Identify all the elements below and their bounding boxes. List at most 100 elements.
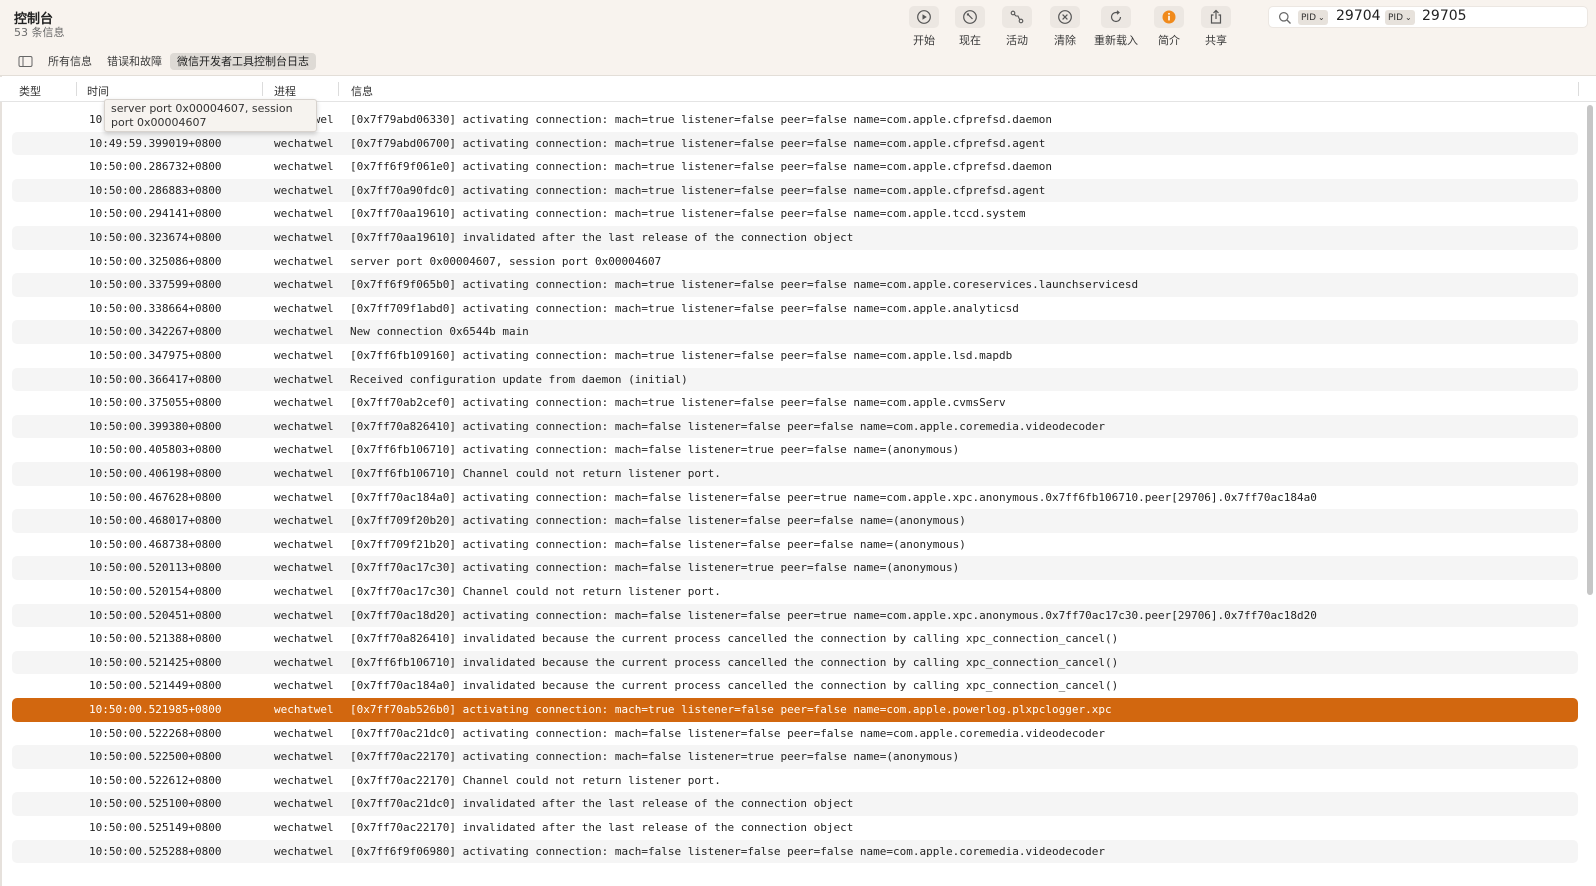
pid-filter-value-2[interactable]: 29705 [1422,8,1467,24]
log-row[interactable]: 10:50:00.525149+0800 wechatwel [0x7ff70ac2… [12,816,1578,840]
log-row[interactable]: 10:50:00.338664+0800 wechatwel [0x7ff709f1… [12,297,1578,321]
log-row[interactable]: 10:49:59.399019+0800 wechatwel [0x7f79abd0… [12,131,1578,156]
log-process: wechatwel [274,679,334,693]
search-field[interactable]: PID ⌄ 29704 PID ⌄ 29705 [1268,6,1588,28]
log-process: wechatwel [274,608,334,622]
column-process[interactable]: 进程 [274,83,296,99]
tab-all-messages[interactable]: 所有信息 [41,53,99,70]
pid-field-label-2: PID [1388,13,1404,23]
log-process: wechatwel [274,278,334,292]
log-row[interactable]: 10:50:00.522500+0800 wechatwel [0x7ff70ac2… [12,745,1578,769]
log-row[interactable]: 10:50:00.375055+0800 wechatwel [0x7ff70ab2… [12,391,1578,415]
column-time[interactable]: 时间 [87,83,109,99]
tab-errors-and-faults[interactable]: 错误和故障 [100,53,169,70]
log-row[interactable]: 10:50:00.520154+0800 wechatwel [0x7ff70ac1… [12,580,1578,604]
chevron-down-icon: ⌄ [1405,13,1412,22]
sidebar-toggle-icon[interactable] [18,55,34,68]
toolbar: 控制台 53 条信息 开始 现在 活动 清除 重新载入 简介 共享 PID ⌄ … [0,0,1596,48]
jump-to-now-icon [963,10,977,24]
log-row[interactable]: 10:50:00.342267+0800 wechatwel New connect… [12,320,1578,344]
scrollbar-thumb[interactable] [1587,105,1593,595]
log-time: 10:49:59.399019+0800 [89,136,222,150]
log-row[interactable]: 10:50:00.520113+0800 wechatwel [0x7ff70ac1… [12,556,1578,580]
column-divider[interactable] [262,82,263,96]
log-process: wechatwel [274,349,334,362]
log-process: wechatwel [274,514,334,528]
log-process: wechatwel [274,490,334,504]
log-row[interactable]: 10:50:00.294141+0800 wechatwel [0x7ff70aa1… [12,202,1578,226]
log-row[interactable]: 10:50:00.325086+0800 wechatwel server port… [12,250,1578,274]
log-process: wechatwel [274,372,334,386]
log-row[interactable]: 10:50:00.521449+0800 wechatwel [0x7ff70ac1… [12,674,1578,698]
activity-button-frame[interactable] [1002,6,1032,28]
activity-button[interactable]: 活动 [995,6,1039,48]
log-row[interactable]: 10:50:00.521388+0800 wechatwel [0x7ff70a82… [12,627,1578,651]
start-button-frame[interactable] [909,6,939,28]
tab-wechat-devtools-log[interactable]: 微信开发者工具控制台日志 [170,53,316,70]
log-time: 10:50:00.521425+0800 [89,655,222,669]
log-message: [0x7ff6fb106710] invalidated because the… [350,655,1119,669]
log-message: [0x7ff70ac22170] activating connection: … [350,750,960,764]
column-divider[interactable] [338,82,339,96]
info-button[interactable]: 简介 [1147,6,1191,48]
log-row[interactable]: 10:50:00.522612+0800 wechatwel [0x7ff70ac2… [12,769,1578,793]
search-icon [1279,12,1291,24]
log-row[interactable]: 10:50:00.468017+0800 wechatwel [0x7ff709f2… [12,509,1578,533]
log-process: wechatwel [274,632,334,646]
clear-button[interactable]: 清除 [1043,6,1087,48]
share-icon [1210,9,1222,24]
log-message: [0x7f79abd06700] activating connection: … [350,136,1046,150]
log-row[interactable]: 10:50:00.468738+0800 wechatwel [0x7ff709f2… [12,533,1578,557]
pid-filter-field-2[interactable]: PID ⌄ [1385,10,1415,25]
log-row[interactable]: 10:50:00.467628+0800 wechatwel [0x7ff70ac1… [12,486,1578,510]
log-row[interactable]: 10:50:00.520451+0800 wechatwel [0x7ff70ac1… [12,603,1578,628]
vertical-scrollbar[interactable] [1584,103,1596,886]
log-process: wechatwel [274,561,334,575]
log-row[interactable]: 10:50:00.522268+0800 wechatwel [0x7ff70ac2… [12,722,1578,746]
reload-button-frame[interactable] [1101,6,1131,28]
log-row[interactable]: 10:50:00.286732+0800 wechatwel [0x7ff6f9f0… [12,155,1578,179]
log-message: [0x7ff70ac18d20] activating connection: … [350,608,1317,622]
now-label: 现在 [959,34,981,47]
column-type[interactable]: 类型 [19,83,41,99]
log-process: wechatwel [274,773,334,787]
pid-filter-field-1[interactable]: PID ⌄ [1298,10,1328,25]
now-button[interactable]: 现在 [948,6,992,48]
column-divider[interactable] [76,82,77,96]
reload-button[interactable]: 重新载入 [1094,6,1138,48]
log-time: 10:50:00.406198+0800 [89,467,222,480]
log-message: [0x7ff70aa19610] activating connection: … [350,207,1026,221]
log-row[interactable]: 10:50:00.525100+0800 wechatwel [0x7ff70ac2… [12,792,1578,816]
share-button[interactable]: 共享 [1194,6,1238,48]
log-row[interactable]: 10:50:00.525288+0800 wechatwel [0x7ff6f9f0… [12,839,1578,864]
log-process: wechatwel [274,537,334,551]
log-row[interactable]: 10:50:00.399380+0800 wechatwel [0x7ff70a82… [12,414,1578,439]
log-message: [0x7ff709f21b20] activating connection: … [350,537,966,551]
clear-button-frame[interactable] [1050,6,1080,28]
log-table[interactable]: 10:49:59.398822+0800wechatwel[0x7f79abd0… [0,103,1584,886]
log-time: 10:50:00.294141+0800 [89,207,222,221]
log-process: wechatwel [274,325,334,339]
log-row[interactable]: 10:50:00.521985+0800 wechatwel [0x7ff70ab5… [12,698,1578,722]
log-row[interactable]: 10:50:00.323674+0800 wechatwel [0x7ff70aa1… [12,226,1578,250]
column-message[interactable]: 信息 [351,83,373,99]
info-label: 简介 [1158,34,1180,47]
log-row[interactable]: 10:50:00.347975+0800 wechatwel [0x7ff6fb10… [12,344,1578,368]
log-time: 10:50:00.347975+0800 [89,349,222,362]
log-row[interactable]: 10:50:00.337599+0800 wechatwel [0x7ff6f9f0… [12,273,1578,297]
log-message: [0x7ff70ac184a0] invalidated because the… [350,679,1119,693]
column-divider[interactable] [1578,82,1579,96]
log-row[interactable]: 10:50:00.406198+0800 wechatwel [0x7ff6fb10… [12,462,1578,486]
chevron-down-icon: ⌄ [1318,13,1325,22]
start-button[interactable]: 开始 [902,6,946,48]
log-row[interactable]: 10:50:00.521425+0800 wechatwel [0x7ff6fb10… [12,650,1578,675]
log-row[interactable]: 10:50:00.286883+0800 wechatwel [0x7ff70a90… [12,178,1578,203]
log-row[interactable]: 10:50:00.366417+0800 wechatwel Received co… [12,367,1578,392]
pid-filter-value-1[interactable]: 29704 [1336,8,1381,24]
share-label: 共享 [1205,34,1227,47]
log-row[interactable]: 10:50:00.405803+0800 wechatwel [0x7ff6fb10… [12,438,1578,462]
info-button-frame[interactable] [1154,6,1184,28]
log-time: 10:50:00.521985+0800 [89,703,222,716]
share-button-frame[interactable] [1201,6,1231,28]
now-button-frame[interactable] [955,6,985,28]
